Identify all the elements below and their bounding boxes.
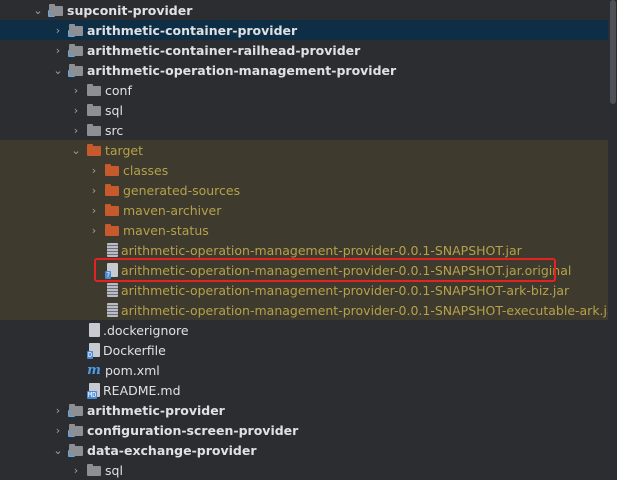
tree-node-conf[interactable]: › conf	[0, 80, 608, 100]
tree-node-root[interactable]: ⌄ supconit-provider	[0, 0, 608, 20]
excluded-folder-icon	[104, 163, 120, 177]
chevron-right-icon[interactable]: ›	[52, 400, 64, 420]
jar-file-icon	[107, 283, 118, 297]
tree-node-label: pom.xml	[105, 362, 160, 378]
docker-badge: D	[87, 351, 94, 359]
tree-node-dockerignore[interactable]: .dockerignore	[0, 320, 608, 340]
text-file-icon	[89, 323, 100, 337]
chevron-right-icon[interactable]: ›	[52, 40, 64, 60]
module-folder-icon	[68, 443, 84, 457]
tree-node-label: maven-archiver	[123, 202, 222, 218]
tree-node-label: conf	[105, 82, 132, 98]
chevron-down-icon[interactable]: ⌄	[32, 0, 44, 20]
tree-node-operation-provider[interactable]: ⌄ arithmetic-operation-management-provid…	[0, 60, 608, 80]
highlight-annotation-box	[94, 258, 556, 282]
module-folder-icon	[68, 23, 84, 37]
vertical-scrollbar[interactable]	[608, 0, 617, 480]
folder-icon	[86, 83, 102, 97]
tree-node-railhead-provider[interactable]: › arithmetic-container-railhead-provider	[0, 40, 608, 60]
folder-icon	[86, 463, 102, 477]
excluded-folder-icon	[104, 223, 120, 237]
tree-node-configuration-screen-provider[interactable]: › configuration-screen-provider	[0, 420, 608, 440]
chevron-right-icon[interactable]: ›	[70, 460, 82, 480]
tree-node-src[interactable]: › src	[0, 120, 608, 140]
tree-node-generated-sources[interactable]: › generated-sources	[0, 180, 608, 200]
tree-node-label: Dockerfile	[103, 342, 166, 358]
tree-node-label: configuration-screen-provider	[87, 422, 299, 438]
tree-node-label: supconit-provider	[67, 2, 193, 18]
folder-icon	[86, 123, 102, 137]
chevron-right-icon[interactable]: ›	[88, 160, 100, 180]
tree-node-target[interactable]: ⌄ target	[0, 140, 608, 160]
maven-icon: m	[87, 362, 101, 378]
tree-node-data-exchange-provider[interactable]: ⌄ data-exchange-provider	[0, 440, 608, 460]
tree-node-label: arithmetic-container-railhead-provider	[87, 42, 361, 58]
tree-node-container-provider[interactable]: › arithmetic-container-provider	[0, 20, 608, 40]
tree-node-label: maven-status	[123, 222, 209, 238]
module-folder-icon	[68, 403, 84, 417]
chevron-right-icon[interactable]: ›	[70, 120, 82, 140]
tree-node-label: arithmetic-operation-management-provider…	[121, 242, 522, 258]
project-tree: ⌄ supconit-provider › arithmetic-contain…	[0, 0, 617, 480]
tree-node-sql[interactable]: › sql	[0, 100, 608, 120]
chevron-right-icon[interactable]: ›	[88, 220, 100, 240]
module-folder-icon	[48, 3, 64, 17]
tree-node-pom[interactable]: m pom.xml	[0, 360, 608, 380]
tree-node-label: .dockerignore	[103, 322, 189, 338]
scrollbar-thumb[interactable]	[610, 0, 616, 104]
tree-node-executable-ark-jar[interactable]: arithmetic-operation-management-provider…	[0, 300, 617, 320]
excluded-folder-icon	[104, 203, 120, 217]
tree-node-label: sql	[105, 462, 123, 478]
jar-file-icon	[107, 303, 118, 317]
tree-node-label: arithmetic-operation-management-provider	[87, 62, 397, 78]
chevron-right-icon[interactable]: ›	[70, 80, 82, 100]
tree-node-data-exchange-sql[interactable]: › sql	[0, 460, 608, 480]
tree-node-label: src	[105, 122, 124, 138]
tree-node-label: arithmetic-operation-management-provider…	[121, 282, 570, 298]
tree-node-label: classes	[123, 162, 169, 178]
chevron-right-icon[interactable]: ›	[52, 20, 64, 40]
chevron-down-icon[interactable]: ⌄	[70, 140, 82, 160]
tree-node-maven-archiver[interactable]: › maven-archiver	[0, 200, 608, 220]
markdown-file-icon: MD	[87, 383, 100, 399]
folder-icon	[86, 103, 102, 117]
tree-node-classes[interactable]: › classes	[0, 160, 608, 180]
markdown-badge: MD	[87, 391, 98, 399]
tree-node-ark-biz-jar[interactable]: arithmetic-operation-management-provider…	[0, 280, 608, 300]
chevron-right-icon[interactable]: ›	[52, 420, 64, 440]
tree-node-maven-status[interactable]: › maven-status	[0, 220, 608, 240]
excluded-folder-icon	[86, 143, 102, 157]
tree-node-label: sql	[105, 102, 123, 118]
tree-node-arithmetic-provider[interactable]: › arithmetic-provider	[0, 400, 608, 420]
module-folder-icon	[68, 63, 84, 77]
tree-node-jar[interactable]: arithmetic-operation-management-provider…	[0, 240, 608, 260]
tree-node-dockerfile[interactable]: D Dockerfile	[0, 340, 608, 360]
tree-node-label: data-exchange-provider	[87, 442, 257, 458]
tree-node-label: generated-sources	[123, 182, 241, 198]
tree-node-readme[interactable]: MD README.md	[0, 380, 608, 400]
chevron-right-icon[interactable]: ›	[88, 180, 100, 200]
tree-node-label: arithmetic-container-provider	[87, 22, 298, 38]
tree-node-label: arithmetic-operation-management-provider…	[121, 302, 617, 318]
excluded-folder-icon	[104, 183, 120, 197]
chevron-right-icon[interactable]: ›	[88, 200, 100, 220]
chevron-down-icon[interactable]: ⌄	[52, 60, 64, 80]
chevron-down-icon[interactable]: ⌄	[52, 440, 64, 460]
jar-file-icon	[107, 243, 118, 257]
module-folder-icon	[68, 43, 84, 57]
tree-node-label: arithmetic-provider	[87, 402, 225, 418]
docker-file-icon: D	[87, 343, 100, 359]
module-folder-icon	[68, 423, 84, 437]
tree-node-label: README.md	[103, 382, 181, 398]
tree-node-label: target	[105, 142, 144, 158]
chevron-right-icon[interactable]: ›	[70, 100, 82, 120]
